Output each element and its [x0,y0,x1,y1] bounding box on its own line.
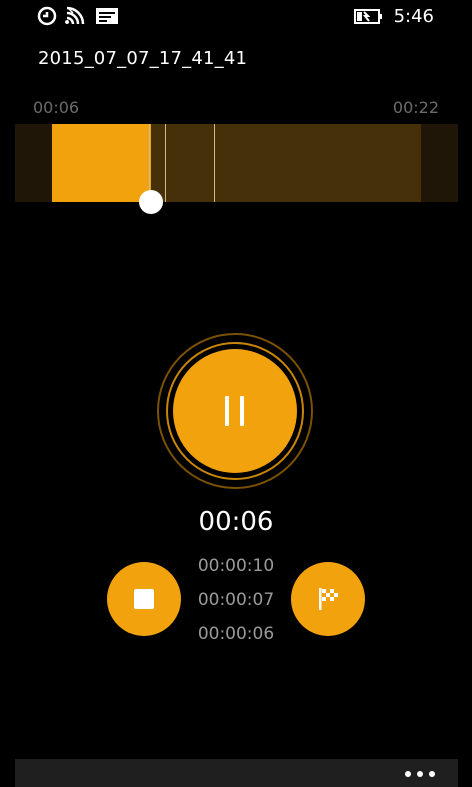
clock-time: 5:46 [393,6,434,27]
lap-item: 00:00:07 [197,590,275,610]
timeline-end-time: 00:22 [392,98,439,117]
battery-charging-icon [354,9,382,24]
flag-icon [319,588,338,610]
lap-marker [214,124,215,202]
flag-button[interactable] [291,562,365,636]
lap-list: 00:00:10 00:00:07 00:00:06 [186,554,286,656]
stop-icon [134,589,154,609]
wifi-icon [65,6,85,25]
status-bar: 5:46 [0,0,472,34]
more-options-button[interactable] [402,764,438,782]
data-sync-icon [37,6,57,26]
lap-marker [165,124,166,202]
lap-item: 00:00:10 [197,556,275,576]
lap-item: 00:00:06 [197,624,275,644]
playhead-handle[interactable] [139,190,163,214]
played-segment [52,124,151,202]
app-bar [15,759,458,787]
recording-title: 2015_07_07_17_41_41 [38,48,248,69]
timeline-start-time: 00:06 [33,98,80,117]
message-icon [96,8,118,24]
pause-button[interactable] [173,349,297,473]
waveform-timeline[interactable] [15,124,458,202]
unplayed-segment [151,124,421,202]
stop-button[interactable] [107,562,181,636]
elapsed-time: 00:06 [198,507,274,537]
